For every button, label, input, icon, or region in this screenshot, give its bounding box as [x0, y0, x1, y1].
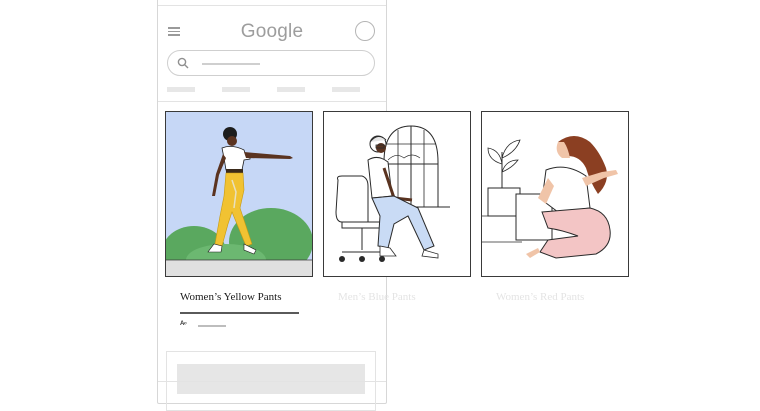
result-card-womens-red-pants[interactable] [481, 111, 629, 277]
search-placeholder-line [202, 63, 260, 65]
tab-placeholder[interactable] [332, 87, 360, 92]
google-logo[interactable]: Google [158, 21, 386, 43]
tab-placeholder[interactable] [222, 87, 250, 92]
result-meta-prefix: A‹· [180, 321, 187, 327]
bottom-divider [158, 381, 386, 382]
result-meta: A‹· [180, 321, 240, 330]
woman-walking-illustration [166, 112, 312, 276]
tab-placeholder[interactable] [277, 87, 305, 92]
search-icon [177, 57, 189, 69]
search-bar[interactable] [167, 50, 375, 76]
account-circle-icon[interactable] [355, 21, 375, 41]
selected-tab-indicator [180, 312, 299, 314]
tab-placeholder[interactable] [167, 87, 195, 92]
woman-with-plant-illustration [482, 112, 628, 276]
man-sitting-illustration [324, 112, 470, 276]
result-card-womens-yellow-pants[interactable] [165, 111, 313, 277]
card-image-placeholder [177, 364, 365, 394]
result-title[interactable]: Men’s Blue Pants [338, 291, 488, 303]
result-card-mens-blue-pants[interactable] [323, 111, 471, 277]
result-meta-line [198, 325, 226, 327]
tabs-divider [158, 101, 386, 102]
result-title[interactable]: Women’s Red Pants [496, 291, 646, 303]
result-title[interactable]: Women’s Yellow Pants [180, 291, 330, 303]
status-divider [158, 5, 386, 6]
search-tabs [167, 87, 377, 93]
